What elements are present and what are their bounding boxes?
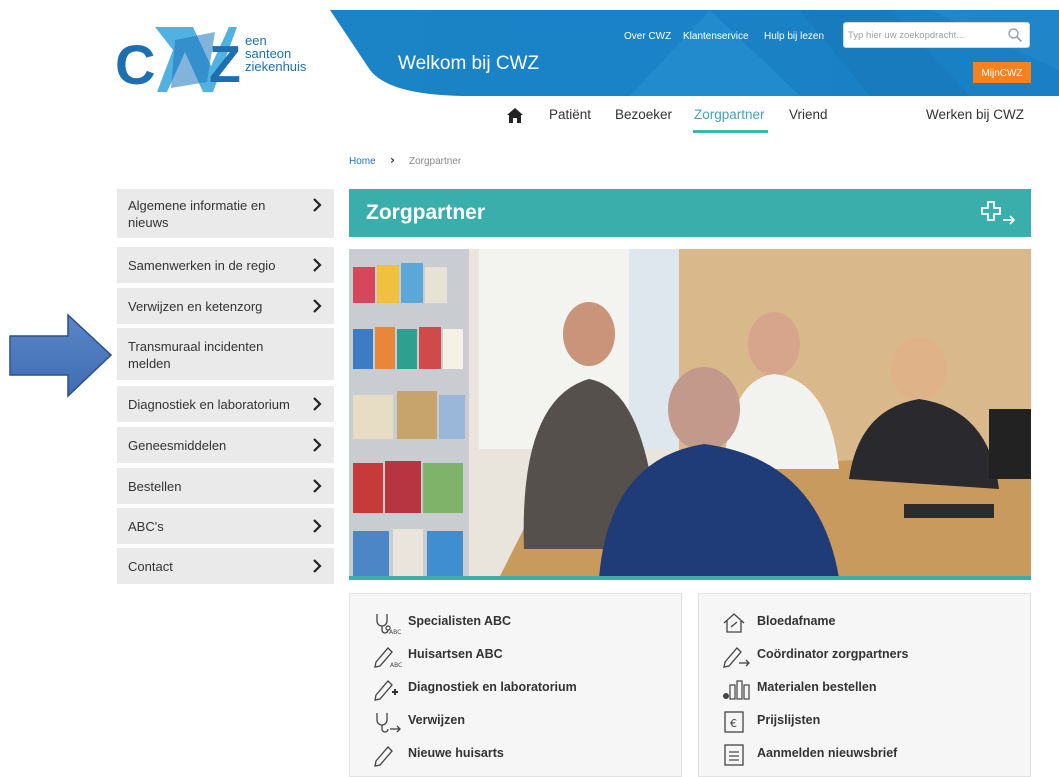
logo-tagline: een santeon ziekenhuis xyxy=(245,34,306,73)
chevron-right-icon xyxy=(313,299,322,313)
toplink-over-cwz[interactable]: Over CWZ xyxy=(624,31,671,42)
pen-abc-icon: ABC xyxy=(374,647,402,668)
search-icon[interactable] xyxy=(1007,27,1023,43)
link-coordinator-zorgpartners[interactable]: Coördinator zorgpartners xyxy=(721,644,1011,668)
nav-item-patient[interactable]: Patiënt xyxy=(549,107,591,122)
link-label: Verwijzen xyxy=(408,713,465,727)
chevron-right-icon xyxy=(313,198,322,212)
svg-text:€: € xyxy=(730,717,737,730)
breadcrumb-home[interactable]: Home xyxy=(349,156,376,167)
sidebar-item-label: Contact xyxy=(128,559,173,574)
mijncwz-button[interactable]: MijnCWZ xyxy=(973,62,1031,83)
sidebar-item-label: Transmuraal incidenten melden xyxy=(128,339,264,371)
chevron-right-icon xyxy=(313,479,322,493)
breadcrumb-separator-icon: › xyxy=(390,153,395,167)
link-label: Huisartsen ABC xyxy=(408,647,503,661)
svg-text:ABC: ABC xyxy=(389,629,401,635)
link-label: Nieuwe huisarts xyxy=(408,746,504,760)
active-nav-indicator xyxy=(693,130,768,133)
link-label: Aanmelden nieuwsbrief xyxy=(757,746,898,760)
document-icon xyxy=(724,744,744,766)
sidebar-item-bestellen[interactable]: Bestellen xyxy=(117,468,334,504)
chevron-right-icon xyxy=(313,519,322,533)
link-diagnostiek-laboratorium[interactable]: Diagnostiek en laboratorium xyxy=(372,677,662,701)
sidebar-item-abcs[interactable]: ABC's xyxy=(117,508,334,544)
sidebar-item-label: ABC's xyxy=(128,519,164,534)
pen-arrow-icon xyxy=(723,647,750,668)
welcome-title: Welkom bij CWZ xyxy=(398,53,540,74)
nav-item-bezoeker[interactable]: Bezoeker xyxy=(615,107,672,122)
supplies-icon xyxy=(723,680,750,700)
pen-plus-icon xyxy=(374,680,398,701)
annotation-arrow-icon xyxy=(9,313,113,398)
nav-item-werken-bij-cwz[interactable]: Werken bij CWZ xyxy=(926,107,1024,122)
sidebar-item-label: Diagnostiek en laboratorium xyxy=(128,397,290,412)
home-icon[interactable] xyxy=(507,108,523,123)
link-prijslijsten[interactable]: € Prijslijsten xyxy=(721,710,1011,734)
svg-text:Z: Z xyxy=(209,36,241,94)
sidebar-item-contact[interactable]: Contact xyxy=(117,548,334,584)
link-label: Prijslijsten xyxy=(757,713,821,727)
tagline-line: ziekenhuis xyxy=(245,59,307,74)
breadcrumb-current: Zorgpartner xyxy=(409,156,462,167)
stethoscope-abc-icon: ABC xyxy=(376,614,401,635)
quicklinks-card-left: ABC Specialisten ABC ABC Huisartsen ABC … xyxy=(349,593,682,777)
chevron-right-icon xyxy=(313,438,322,452)
chevron-right-icon xyxy=(313,397,322,411)
sidebar-item-algemene-informatie[interactable]: Algemene informatie en nieuws xyxy=(117,189,334,238)
link-huisartsen-abc[interactable]: ABC Huisartsen ABC xyxy=(372,644,662,668)
hero-divider xyxy=(349,576,1031,580)
sidebar-item-samenwerken[interactable]: Samenwerken in de regio xyxy=(117,247,334,283)
sidebar-item-label: Samenwerken in de regio xyxy=(128,258,276,273)
house-icon xyxy=(723,613,745,633)
link-label: Diagnostiek en laboratorium xyxy=(408,680,577,694)
link-label: Materialen bestellen xyxy=(757,680,877,694)
toplink-klantenservice[interactable]: Klantenservice xyxy=(683,31,749,42)
search-box xyxy=(843,22,1030,48)
link-label: Bloedafname xyxy=(757,614,836,628)
chevron-right-icon xyxy=(313,258,322,272)
link-aanmelden-nieuwsbrief[interactable]: Aanmelden nieuwsbrief xyxy=(721,743,1011,767)
sidebar-item-label: Geneesmiddelen xyxy=(128,438,227,453)
stethoscope-arrow-icon xyxy=(376,713,401,733)
sidebar-item-label: Verwijzen en ketenzorg xyxy=(128,299,263,314)
link-materialen-bestellen[interactable]: Materialen bestellen xyxy=(721,677,1011,701)
hero-photo xyxy=(349,249,1031,578)
sidebar-item-transmuraal-incidenten[interactable]: Transmuraal incidenten melden xyxy=(117,328,334,380)
link-bloedafname[interactable]: Bloedafname xyxy=(721,611,1011,635)
sidebar-item-geneesmiddelen[interactable]: Geneesmiddelen xyxy=(117,427,334,463)
pen-icon xyxy=(374,746,393,767)
search-input[interactable] xyxy=(848,27,998,43)
sidebar-item-verwijzen-ketenzorg[interactable]: Verwijzen en ketenzorg xyxy=(117,288,334,324)
euro-icon: € xyxy=(724,711,744,733)
sidebar-item-label: Bestellen xyxy=(128,479,182,494)
sidebar-item-label: Algemene informatie en nieuws xyxy=(128,198,266,230)
toplink-hulp-bij-lezen[interactable]: Hulp bij lezen xyxy=(764,31,824,42)
link-verwijzen[interactable]: Verwijzen xyxy=(372,710,662,734)
svg-text:C: C xyxy=(115,33,155,96)
cross-arrow-icon xyxy=(981,201,1016,225)
svg-text:ABC: ABC xyxy=(390,662,402,668)
page-title-bar: Zorgpartner xyxy=(349,189,1031,237)
nav-item-vriend[interactable]: Vriend xyxy=(789,107,828,122)
link-label: Specialisten ABC xyxy=(408,614,512,628)
link-specialisten-abc[interactable]: ABC Specialisten ABC xyxy=(372,611,662,635)
nav-item-zorgpartner[interactable]: Zorgpartner xyxy=(694,107,765,122)
chevron-right-icon xyxy=(313,559,322,573)
link-label: Coördinator zorgpartners xyxy=(757,647,909,661)
page-title: Zorgpartner xyxy=(366,201,486,224)
sidebar-item-diagnostiek[interactable]: Diagnostiek en laboratorium xyxy=(117,386,334,422)
link-nieuwe-huisarts[interactable]: Nieuwe huisarts xyxy=(372,743,662,767)
quicklinks-card-right: Bloedafname Coördinator zorgpartners Mat… xyxy=(698,593,1031,777)
